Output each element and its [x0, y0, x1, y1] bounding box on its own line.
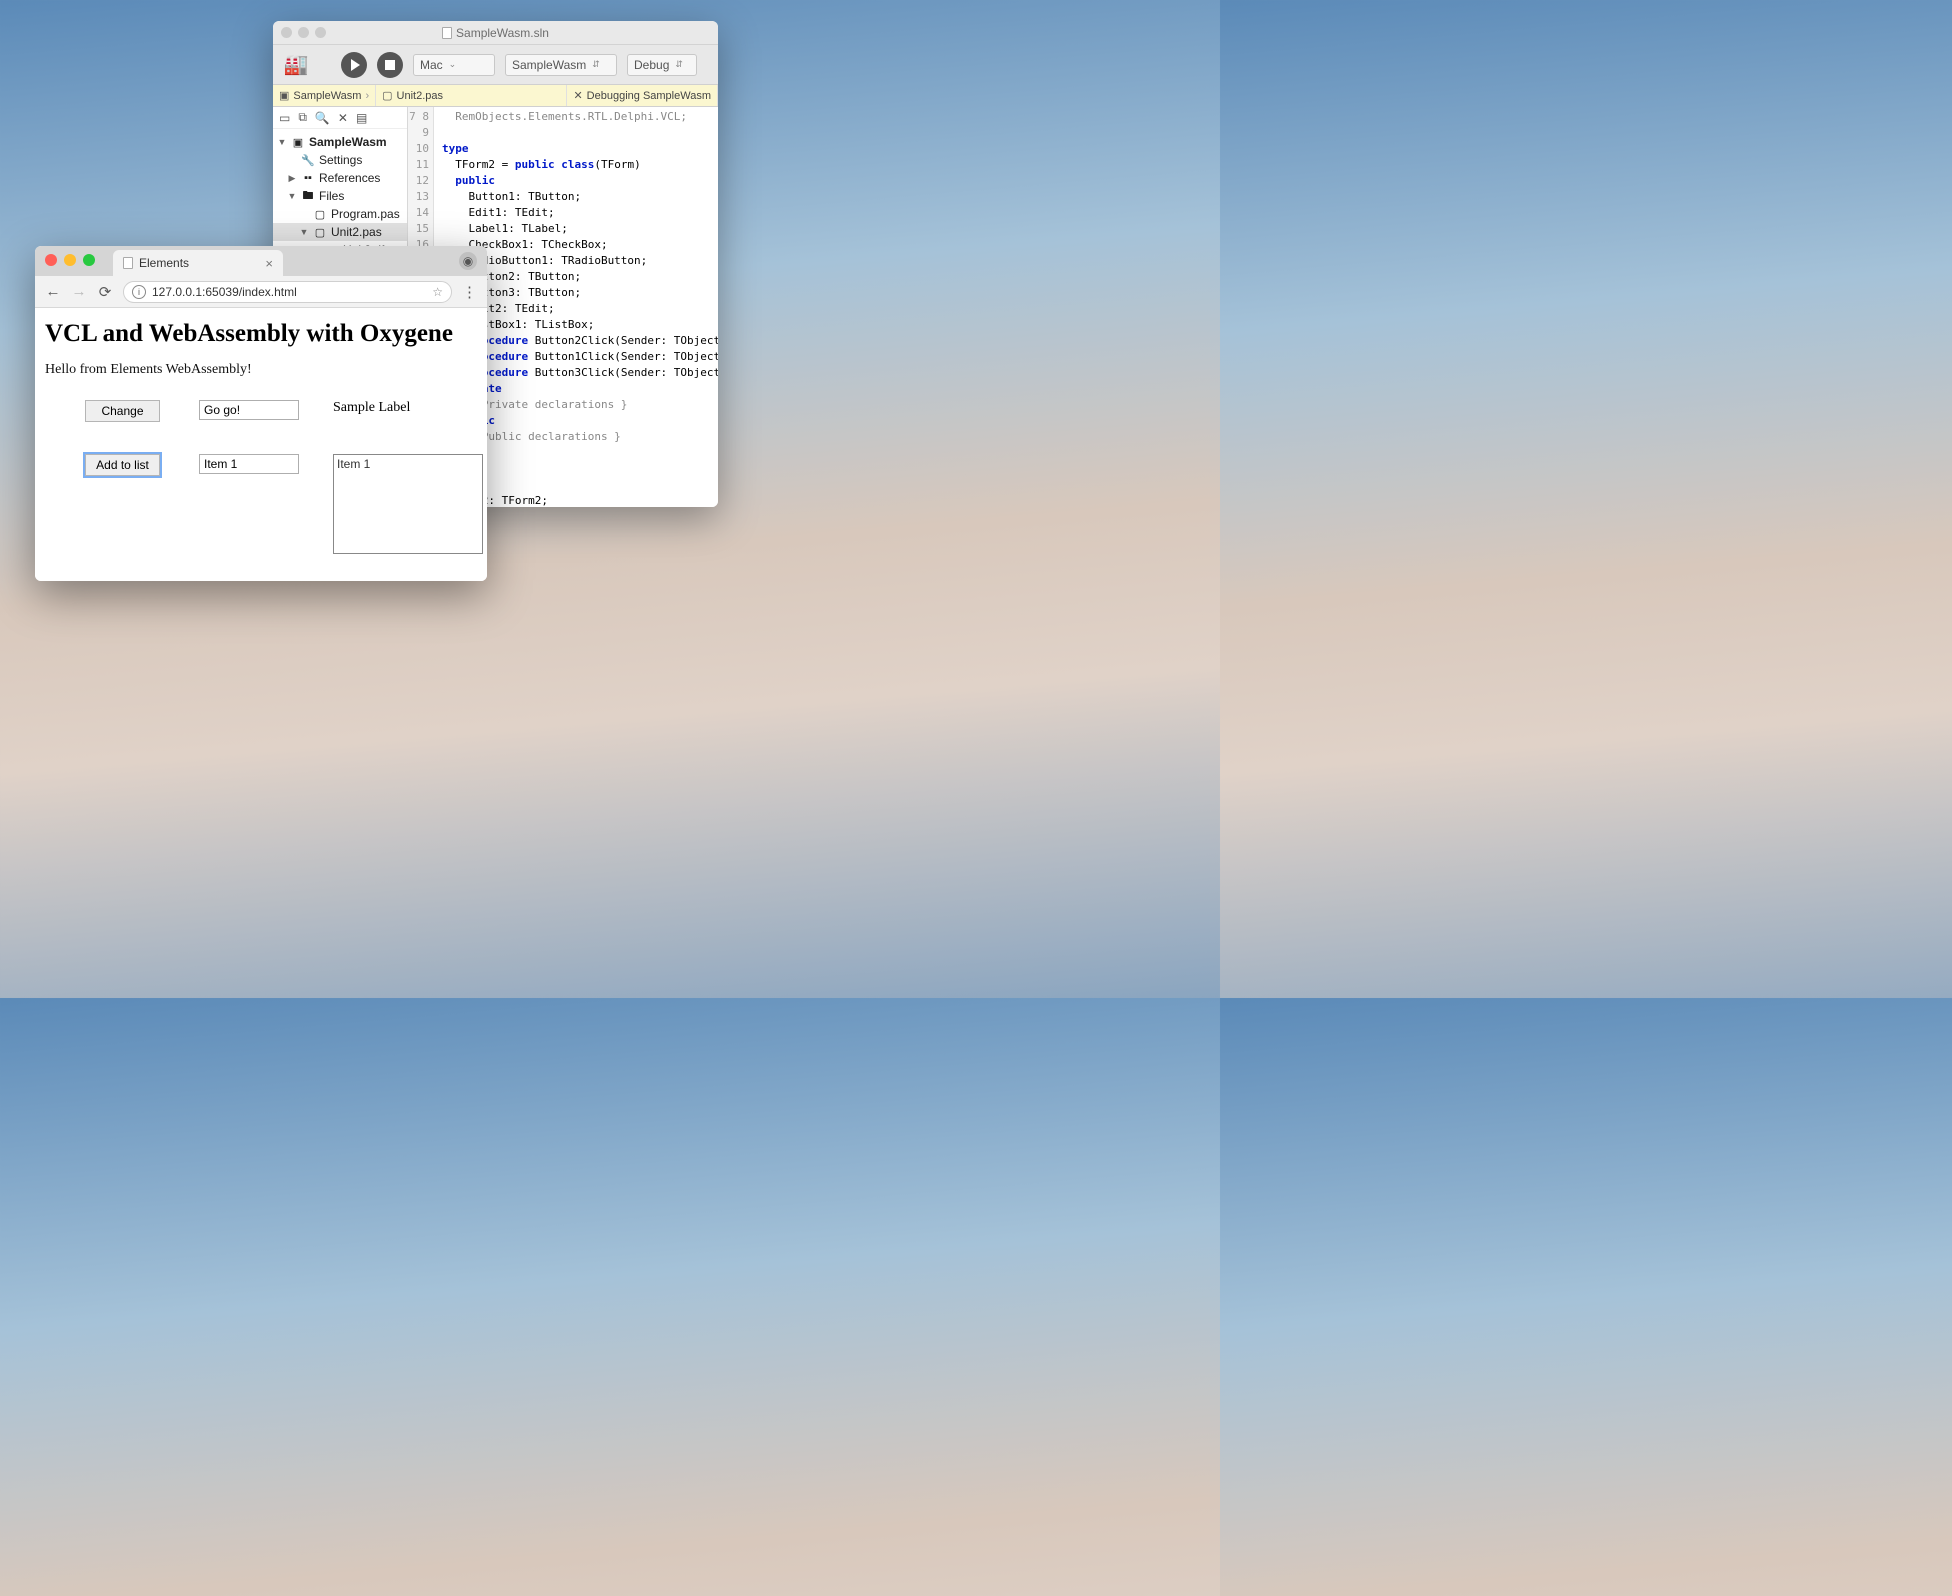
page-heading: VCL and WebAssembly with Oxygene — [45, 320, 477, 348]
project-select[interactable]: SampleWasm ⇵ — [505, 54, 617, 76]
breadcrumb-bar: ▣ SampleWasm › ▢ Unit2.pas ✕ Debugging S… — [273, 85, 718, 107]
browser-tab[interactable]: Elements × — [113, 250, 283, 276]
close-icon[interactable] — [45, 254, 57, 266]
debug-status: ✕ Debugging SampleWasm — [567, 85, 718, 106]
breadcrumb-file[interactable]: ▢ Unit2.pas — [376, 85, 567, 106]
page-content: VCL and WebAssembly with Oxygene Hello f… — [35, 308, 487, 581]
back-button[interactable]: ← — [45, 283, 61, 300]
ide-toolbar: 🏭 Mac ⌄ SampleWasm ⇵ Debug ⇵ — [273, 45, 718, 85]
page-icon — [123, 257, 133, 269]
debug-status-label: Debugging SampleWasm — [587, 90, 711, 102]
edit2-input[interactable] — [199, 454, 299, 474]
tree-root-label: SampleWasm — [309, 135, 387, 149]
stop-button[interactable] — [377, 52, 403, 78]
browser-tabbar: Elements × ◉ — [35, 246, 487, 276]
project-icon: ▣ — [279, 89, 289, 102]
tree-settings[interactable]: 🔧 Settings — [273, 151, 407, 169]
tree-files-label: Files — [319, 189, 344, 203]
platform-select[interactable]: Mac ⌄ — [413, 54, 495, 76]
tree-unit2[interactable]: ▼▢Unit2.pas — [273, 223, 407, 241]
tree-unit2-label: Unit2.pas — [331, 225, 382, 239]
profile-icon[interactable]: ◉ — [459, 252, 477, 270]
project-select-value: SampleWasm — [512, 58, 586, 72]
list-item[interactable]: Item 1 — [337, 457, 479, 471]
stop-icon — [385, 60, 395, 70]
bookmark-icon[interactable]: ☆ — [432, 285, 443, 299]
menu-icon[interactable]: ⋮ — [462, 283, 477, 301]
folder-icon: 🖿 — [301, 187, 315, 206]
search-icon[interactable]: 🔍 — [315, 111, 330, 125]
play-icon — [351, 59, 360, 71]
listbox[interactable]: Item 1 — [333, 454, 483, 554]
maximize-icon[interactable] — [83, 254, 95, 266]
maximize-icon[interactable] — [315, 27, 326, 38]
config-select[interactable]: Debug ⇵ — [627, 54, 697, 76]
tree-files[interactable]: ▼🖿Files — [273, 187, 407, 205]
edit1-input[interactable] — [199, 400, 299, 420]
diff-icon[interactable]: ✕ — [338, 111, 348, 125]
platform-select-value: Mac — [420, 58, 443, 72]
tree-program[interactable]: ▢ Program.pas — [273, 205, 407, 223]
window-title-text: SampleWasm.sln — [456, 26, 549, 40]
config-select-value: Debug — [634, 58, 669, 72]
tab-title: Elements — [139, 256, 189, 270]
file-icon — [442, 27, 452, 39]
tree-references[interactable]: ▶▪▪References — [273, 169, 407, 187]
page-subheading: Hello from Elements WebAssembly! — [45, 362, 477, 378]
file-icon: ▢ — [313, 226, 327, 239]
window-controls — [281, 27, 326, 38]
form-grid: Change Sample Label Add to list Item 1 S… — [45, 400, 477, 581]
run-button[interactable] — [341, 52, 367, 78]
browser-window: Elements × ◉ ← → ⟳ i 127.0.0.1:65039/ind… — [35, 246, 487, 581]
reload-button[interactable]: ⟳ — [97, 283, 113, 301]
file-icon: ▢ — [313, 208, 327, 221]
chevron-updown-icon: ⇵ — [675, 59, 683, 70]
browser-toolbar: ← → ⟳ i 127.0.0.1:65039/index.html ☆ ⋮ — [35, 276, 487, 308]
breadcrumb-project[interactable]: ▣ SampleWasm › — [273, 85, 376, 106]
tree-references-label: References — [319, 171, 380, 185]
factory-icon: 🏭 — [284, 52, 309, 77]
references-icon: ▪▪ — [301, 172, 315, 184]
address-bar[interactable]: i 127.0.0.1:65039/index.html ☆ — [123, 281, 452, 303]
ide-titlebar: SampleWasm.sln — [273, 21, 718, 45]
minimize-icon[interactable] — [64, 254, 76, 266]
panel-icon[interactable]: ▭ — [279, 111, 290, 125]
breadcrumb-project-label: SampleWasm — [293, 90, 361, 102]
minimize-icon[interactable] — [298, 27, 309, 38]
url-text: 127.0.0.1:65039/index.html — [152, 285, 297, 299]
chevron-down-icon: ⌄ — [449, 59, 457, 70]
close-icon[interactable] — [281, 27, 292, 38]
forward-button: → — [71, 283, 87, 300]
tree-settings-label: Settings — [319, 153, 362, 167]
tree-program-label: Program.pas — [331, 207, 400, 221]
change-button[interactable]: Change — [85, 400, 160, 422]
tree-icon[interactable]: ⧉ — [298, 110, 307, 125]
window-controls — [45, 254, 95, 266]
sidebar-toolbar: ▭ ⧉ 🔍 ✕ ▤ — [273, 107, 407, 129]
chevron-updown-icon: ⇵ — [592, 59, 600, 70]
book-icon[interactable]: ▤ — [356, 111, 367, 125]
project-icon: ▣ — [291, 136, 305, 149]
info-icon[interactable]: i — [132, 285, 146, 299]
file-icon: ▢ — [382, 89, 392, 102]
breadcrumb-file-label: Unit2.pas — [397, 90, 443, 102]
debug-icon: ✕ — [573, 89, 582, 102]
wrench-icon: 🔧 — [301, 154, 315, 167]
tree-root[interactable]: ▼▣SampleWasm — [273, 133, 407, 151]
build-button[interactable]: 🏭 — [283, 52, 309, 78]
sample-label: Sample Label — [333, 400, 483, 416]
add-to-list-button[interactable]: Add to list — [85, 454, 160, 476]
tab-close-icon[interactable]: × — [265, 256, 273, 271]
window-title: SampleWasm.sln — [442, 26, 549, 40]
